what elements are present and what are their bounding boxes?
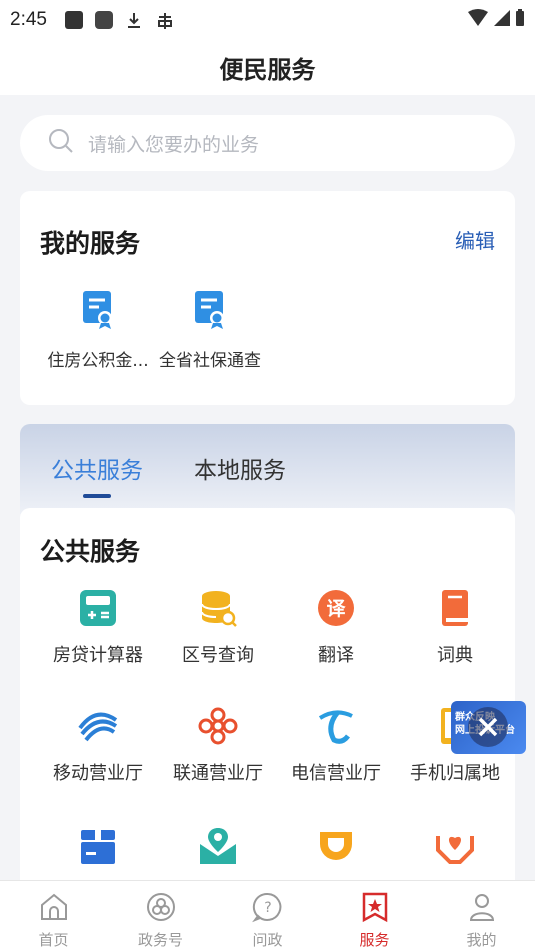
status-time: 2:45 bbox=[10, 9, 47, 30]
signal-icon bbox=[493, 9, 511, 32]
nav-item-question[interactable]: ? 问政 bbox=[214, 881, 321, 952]
service-label: 房贷计算器 bbox=[53, 645, 143, 666]
my-service-item[interactable]: 住房公积金... bbox=[38, 288, 158, 371]
certificate-icon bbox=[150, 288, 270, 336]
search-placeholder: 请输入您要办的业务 bbox=[88, 133, 260, 156]
china-telecom-icon bbox=[276, 706, 396, 750]
search-icon bbox=[48, 128, 74, 158]
nav-item-profile[interactable]: 我的 bbox=[428, 881, 535, 952]
nav-label-profile: 我的 bbox=[466, 931, 497, 949]
profile-icon bbox=[466, 894, 498, 927]
service-label: 移动营业厅 bbox=[53, 763, 143, 784]
wifi-icon bbox=[467, 8, 489, 32]
svg-text:?: ? bbox=[264, 900, 271, 916]
svg-text:译: 译 bbox=[326, 598, 346, 620]
service-item-translate[interactable]: 译 翻译 bbox=[276, 588, 396, 667]
status-right bbox=[467, 8, 525, 32]
close-icon[interactable] bbox=[468, 707, 508, 747]
china-unicom-icon bbox=[158, 706, 278, 750]
service-label: 手机归属地 bbox=[410, 763, 500, 784]
calculator-icon bbox=[38, 588, 158, 632]
page-header: 便民服务 bbox=[0, 40, 535, 95]
edit-button[interactable]: 编辑 bbox=[455, 225, 495, 254]
care-hands-icon bbox=[395, 826, 515, 870]
china-mobile-icon bbox=[38, 706, 158, 750]
database-search-icon bbox=[158, 588, 278, 632]
status-bar: 2:45 bbox=[0, 0, 535, 40]
nav-label-service: 服务 bbox=[359, 931, 390, 949]
my-service-label: 全省社保通查 bbox=[159, 351, 261, 371]
service-label: 区号查询 bbox=[182, 645, 254, 666]
service-item-didi[interactable] bbox=[276, 826, 396, 870]
service-item-charity[interactable] bbox=[395, 826, 515, 870]
my-service-item[interactable]: 全省社保通查 bbox=[150, 288, 270, 371]
bug-icon bbox=[155, 11, 173, 29]
service-item-postal[interactable] bbox=[158, 826, 278, 870]
nav-item-home[interactable]: 首页 bbox=[0, 881, 107, 952]
nav-label-home: 首页 bbox=[38, 931, 69, 949]
tab-indicator bbox=[83, 494, 111, 498]
service-item-package[interactable] bbox=[38, 826, 158, 870]
service-label: 词典 bbox=[437, 645, 473, 666]
nav-item-government[interactable]: 政务号 bbox=[107, 881, 214, 952]
page-title: 便民服务 bbox=[219, 56, 316, 84]
service-label: 联通营业厅 bbox=[173, 763, 263, 784]
service-star-icon bbox=[359, 892, 391, 927]
tab-local-services[interactable]: 本地服务 bbox=[194, 451, 286, 485]
public-services-card: 公共服务 房贷计算器 区号查询 译 翻译 词典 移动营业厅 联通营业厅 电信营业… bbox=[20, 508, 515, 888]
envelope-location-icon bbox=[158, 826, 278, 870]
my-services-title: 我的服务 bbox=[40, 229, 141, 258]
translate-icon: 译 bbox=[276, 588, 396, 632]
service-item-area-code[interactable]: 区号查询 bbox=[158, 588, 278, 667]
service-item-china-telecom[interactable]: 电信营业厅 bbox=[276, 706, 396, 785]
search-area: 请输入您要办的业务 bbox=[0, 95, 535, 173]
tab-public-services[interactable]: 公共服务 bbox=[51, 451, 143, 485]
service-item-dictionary[interactable]: 词典 bbox=[395, 588, 515, 667]
battery-icon bbox=[515, 8, 525, 32]
search-input[interactable]: 请输入您要办的业务 bbox=[20, 115, 515, 171]
service-item-mortgage-calculator[interactable]: 房贷计算器 bbox=[38, 588, 158, 667]
service-label: 电信营业厅 bbox=[291, 763, 381, 784]
service-item-china-mobile[interactable]: 移动营业厅 bbox=[38, 706, 158, 785]
notification-a-icon bbox=[64, 11, 83, 29]
my-service-label: 住房公积金... bbox=[47, 351, 149, 371]
complaint-platform-badge[interactable]: 群众反映 网上投诉平台 bbox=[451, 701, 526, 754]
didi-icon bbox=[276, 826, 396, 870]
service-label: 翻译 bbox=[318, 645, 354, 666]
certificate-icon bbox=[38, 288, 158, 336]
question-icon: ? bbox=[251, 892, 284, 927]
dictionary-icon bbox=[395, 588, 515, 632]
service-tabs: 公共服务 本地服务 bbox=[20, 424, 515, 514]
notification-square-icon bbox=[94, 11, 113, 29]
nav-item-service[interactable]: 服务 bbox=[321, 881, 428, 952]
service-item-china-unicom[interactable]: 联通营业厅 bbox=[158, 706, 278, 785]
home-icon bbox=[38, 893, 70, 927]
nav-label-government: 政务号 bbox=[137, 931, 183, 949]
download-icon bbox=[125, 11, 143, 29]
nav-label-question: 问政 bbox=[252, 931, 283, 949]
government-icon bbox=[145, 893, 177, 927]
public-services-title: 公共服务 bbox=[40, 537, 141, 566]
package-icon bbox=[38, 826, 158, 870]
my-services-card: 我的服务 编辑 住房公积金... 全省社保通查 bbox=[20, 191, 515, 405]
bottom-nav: 首页 政务号 ? 问政 服务 我的 bbox=[0, 880, 535, 952]
